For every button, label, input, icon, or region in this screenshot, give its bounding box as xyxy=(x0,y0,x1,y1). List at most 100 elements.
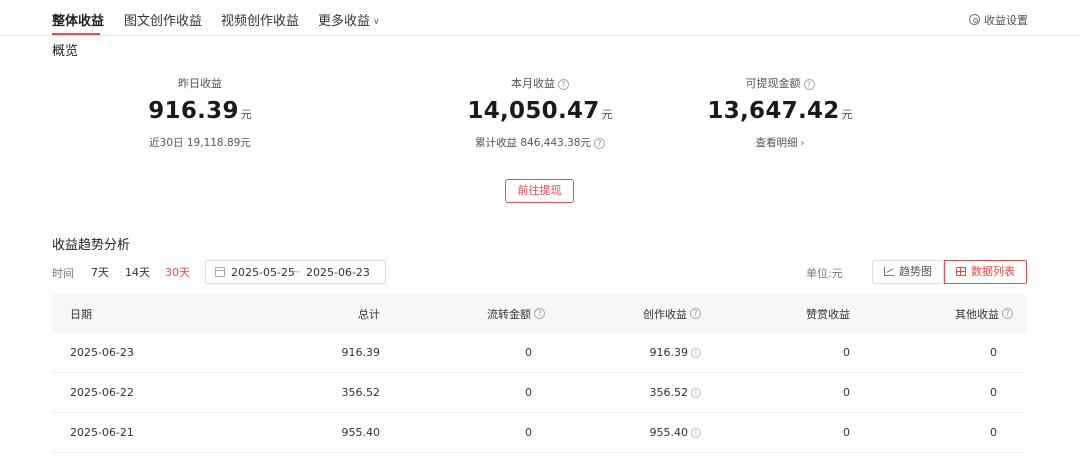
cell-transfer: 0 xyxy=(525,346,532,359)
info-icon[interactable]: i xyxy=(691,347,701,358)
view-details-link[interactable]: 查看明细 › xyxy=(680,135,880,151)
month-earnings-card: 本月收益? 14,050.47 元 累计收益 846,443.38元? xyxy=(440,76,640,151)
tab-label: 整体收益 xyxy=(52,14,105,29)
cell-date: 2025-06-23 xyxy=(70,346,134,359)
active-tab-indicator xyxy=(52,33,100,35)
cell-date: 2025-06-21 xyxy=(70,426,134,439)
range-30-days[interactable]: 30天 xyxy=(165,264,190,280)
top-tab-bar: 整体收益 图文创作收益 视频创作收益 更多收益 ∨ 收益设置 xyxy=(0,0,1080,36)
date-separator: ~ xyxy=(292,265,302,278)
earnings-settings-link[interactable]: 收益设置 xyxy=(969,12,1028,28)
help-icon[interactable]: ? xyxy=(1002,308,1013,319)
card-label: 本月收益 xyxy=(511,77,555,90)
header-label: 总计 xyxy=(358,307,380,321)
card-value: 916.39 元 xyxy=(100,96,300,126)
date-start: 2025-05-25 xyxy=(231,266,295,279)
calendar-icon xyxy=(215,267,225,277)
card-label-row: 本月收益? xyxy=(440,76,640,92)
card-label: 可提现金额 xyxy=(745,77,801,90)
date-end: 2025-06-23 xyxy=(306,266,370,279)
cell-transfer: 0 xyxy=(525,426,532,439)
column-header-transfer: 流转金额? xyxy=(487,294,545,333)
column-header-tips: 赞赏收益 xyxy=(806,294,850,333)
table-header: 日期 总计 流转金额? 创作收益? 赞赏收益 其他收益? xyxy=(52,294,1027,333)
table-icon xyxy=(956,267,966,276)
trend-chart-label: 趋势图 xyxy=(899,265,932,278)
trend-chart-button[interactable]: 趋势图 xyxy=(872,260,944,284)
card-label: 昨日收益 xyxy=(178,77,222,90)
help-icon[interactable]: ? xyxy=(690,308,701,319)
cell-value: 916.39 xyxy=(649,346,689,359)
tab-article-earnings[interactable]: 图文创作收益 xyxy=(124,10,202,29)
unit: 元 xyxy=(601,108,613,121)
cell-total: 916.39 xyxy=(341,346,381,359)
chevron-right-icon: › xyxy=(800,138,805,149)
cell-date: 2025-06-22 xyxy=(70,386,134,399)
info-icon[interactable]: i xyxy=(691,387,701,398)
amount: 916.39 xyxy=(148,98,239,124)
cell-tips: 0 xyxy=(843,426,850,439)
card-label-row: 可提现金额? xyxy=(680,76,880,92)
help-icon[interactable]: ? xyxy=(593,138,605,149)
help-icon[interactable]: ? xyxy=(803,79,815,90)
cell-value: 955.40 xyxy=(649,426,689,439)
cell-value: 356.52 xyxy=(649,386,689,399)
chevron-down-icon: ∨ xyxy=(373,17,380,27)
data-list-label: 数据列表 xyxy=(971,265,1015,278)
table-row: 2025-06-23 916.39 0 916.39 i 0 0 xyxy=(52,333,1027,373)
earnings-table: 日期 总计 流转金额? 创作收益? 赞赏收益 其他收益? 2025-06-23 … xyxy=(52,294,1027,453)
tab-label: 视频创作收益 xyxy=(221,14,300,29)
cell-other: 0 xyxy=(990,386,997,399)
help-icon[interactable]: ? xyxy=(558,79,569,90)
card-value: 14,050.47 元 xyxy=(440,96,640,126)
header-label: 其他收益 xyxy=(955,307,999,321)
cell-creation: 955.40 i xyxy=(649,413,701,452)
line-chart-icon xyxy=(884,267,894,276)
yesterday-earnings-card: 昨日收益 916.39 元 近30日 19,118.89元 xyxy=(100,76,300,151)
withdrawable-card: 可提现金额? 13,647.42 元 查看明细 › xyxy=(680,76,880,151)
cell-other: 0 xyxy=(990,346,997,359)
time-label: 时间 xyxy=(52,267,74,280)
amount: 14,050.47 xyxy=(467,98,600,124)
unit: 元 xyxy=(841,108,853,121)
cell-other: 0 xyxy=(990,426,997,439)
cell-tips: 0 xyxy=(843,346,850,359)
amount: 13,647.42 xyxy=(707,98,840,124)
info-icon[interactable]: i xyxy=(691,427,701,438)
card-value: 13,647.42 元 xyxy=(680,96,880,126)
trend-title: 收益趋势分析 xyxy=(52,238,131,253)
column-header-other: 其他收益? xyxy=(955,294,1013,333)
card-subtext: 累计收益 846,443.38元 xyxy=(475,137,591,149)
table-row: 2025-06-22 356.52 0 356.52 i 0 0 xyxy=(52,373,1027,413)
withdraw-button[interactable]: 前往提现 xyxy=(505,179,574,203)
overview-title: 概览 xyxy=(52,44,79,59)
header-label: 日期 xyxy=(70,307,92,321)
help-icon[interactable]: ? xyxy=(534,308,545,319)
date-range-picker[interactable]: 2025-05-25 ~ 2025-06-23 xyxy=(205,260,386,284)
column-header-date: 日期 xyxy=(70,294,92,333)
unit: 元 xyxy=(240,108,252,121)
range-7-days[interactable]: 7天 xyxy=(91,264,109,280)
tab-video-earnings[interactable]: 视频创作收益 xyxy=(221,10,299,29)
cell-creation: 916.39 i xyxy=(649,333,701,372)
header-label: 创作收益 xyxy=(643,307,687,321)
tab-more-earnings[interactable]: 更多收益 ∨ xyxy=(318,10,380,29)
cell-total: 356.52 xyxy=(341,386,381,399)
cell-creation: 356.52 i xyxy=(649,373,701,412)
tab-label: 更多收益 xyxy=(318,14,371,29)
table-row: 2025-06-21 955.40 0 955.40 i 0 0 xyxy=(52,413,1027,453)
tab-label: 图文创作收益 xyxy=(124,14,203,29)
unit-label: 单位:元 xyxy=(806,267,843,280)
column-header-total: 总计 xyxy=(358,294,380,333)
header-label: 流转金额 xyxy=(487,307,531,321)
range-14-days[interactable]: 14天 xyxy=(125,264,150,280)
settings-label: 收益设置 xyxy=(984,14,1028,27)
tab-overall-earnings[interactable]: 整体收益 xyxy=(52,10,104,29)
cell-total: 955.40 xyxy=(341,426,381,439)
column-header-creation: 创作收益? xyxy=(643,294,701,333)
view-details-label: 查看明细 xyxy=(755,137,798,149)
card-subtext: 近30日 19,118.89元 xyxy=(149,137,251,149)
gear-icon xyxy=(969,14,980,25)
data-list-button[interactable]: 数据列表 xyxy=(944,260,1027,284)
cell-transfer: 0 xyxy=(525,386,532,399)
